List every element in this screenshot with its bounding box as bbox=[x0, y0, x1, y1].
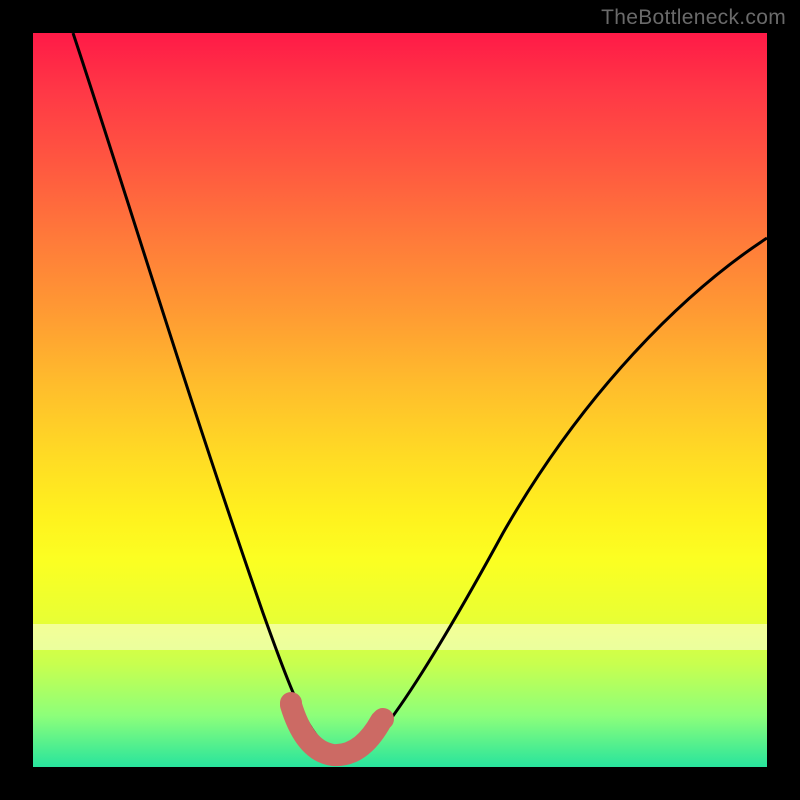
bottleneck-curve bbox=[73, 33, 767, 755]
plot-area bbox=[33, 33, 767, 767]
sweet-spot-marker bbox=[291, 705, 381, 755]
watermark-text: TheBottleneck.com bbox=[601, 6, 786, 30]
chart-frame: TheBottleneck.com bbox=[0, 0, 800, 800]
sweet-spot-end-left bbox=[280, 692, 302, 714]
bottleneck-curve-svg bbox=[33, 33, 767, 767]
sweet-spot-end-right bbox=[372, 708, 394, 730]
